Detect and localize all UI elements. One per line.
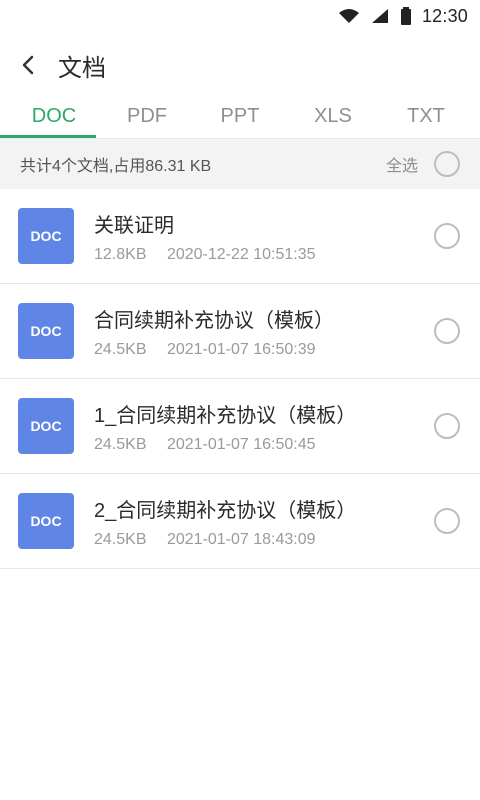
tab-pdf[interactable]: PDF bbox=[105, 105, 189, 138]
select-all-checkbox[interactable] bbox=[434, 151, 460, 177]
file-info: 24.5KB 2021-01-07 16:50:45 bbox=[94, 436, 434, 454]
file-select-checkbox[interactable] bbox=[434, 413, 460, 439]
file-info: 24.5KB 2021-01-07 18:43:09 bbox=[94, 531, 434, 549]
tab-xls[interactable]: XLS bbox=[291, 105, 375, 138]
file-list: DOC 关联证明 12.8KB 2020-12-22 10:51:35 DOC … bbox=[0, 189, 480, 569]
status-bar: 12:30 bbox=[0, 0, 480, 32]
file-datetime: 2021-01-07 16:50:39 bbox=[166, 340, 316, 358]
file-datetime: 2021-01-07 18:43:09 bbox=[166, 530, 316, 548]
doc-file-icon: DOC bbox=[18, 303, 74, 359]
file-name: 1_合同续期补充协议（模板） bbox=[94, 404, 357, 427]
signal-icon bbox=[370, 8, 390, 24]
file-meta: 关联证明 12.8KB 2020-12-22 10:51:35 bbox=[94, 209, 434, 264]
file-name: 2_合同续期补充协议（模板） bbox=[94, 499, 357, 522]
tab-doc[interactable]: DOC bbox=[12, 105, 96, 138]
file-select-checkbox[interactable] bbox=[434, 318, 460, 344]
select-all-label: 全选 bbox=[385, 158, 418, 175]
doc-file-icon: DOC bbox=[18, 208, 74, 264]
file-row[interactable]: DOC 1_合同续期补充协议（模板） 24.5KB 2021-01-07 16:… bbox=[0, 379, 480, 474]
tab-txt[interactable]: TXT bbox=[384, 105, 468, 138]
file-select-checkbox[interactable] bbox=[434, 223, 460, 249]
chevron-left-icon bbox=[22, 55, 34, 75]
file-name: 关联证明 bbox=[94, 214, 174, 237]
file-size: 24.5KB bbox=[94, 340, 147, 358]
file-meta: 合同续期补充协议（模板） 24.5KB 2021-01-07 16:50:39 bbox=[94, 304, 434, 359]
wifi-icon bbox=[338, 8, 360, 24]
back-button[interactable] bbox=[14, 51, 42, 79]
file-count: 共计4个文档,占用86.31 KB bbox=[20, 158, 212, 175]
tab-ppt[interactable]: PPT bbox=[198, 105, 282, 138]
file-row[interactable]: DOC 2_合同续期补充协议（模板） 24.5KB 2021-01-07 18:… bbox=[0, 474, 480, 569]
tabs-bar: DOC PDF PPT XLS TXT bbox=[0, 98, 480, 139]
status-time: 12:30 bbox=[421, 5, 468, 26]
file-datetime: 2020-12-22 10:51:35 bbox=[166, 245, 316, 263]
page-title: 文档 bbox=[58, 54, 106, 82]
battery-icon bbox=[400, 7, 412, 25]
doc-file-icon: DOC bbox=[18, 493, 74, 549]
active-tab-underline bbox=[0, 135, 96, 138]
file-info: 12.8KB 2020-12-22 10:51:35 bbox=[94, 246, 434, 264]
file-select-checkbox[interactable] bbox=[434, 508, 460, 534]
file-row[interactable]: DOC 合同续期补充协议（模板） 24.5KB 2021-01-07 16:50… bbox=[0, 284, 480, 379]
file-meta: 2_合同续期补充协议（模板） 24.5KB 2021-01-07 18:43:0… bbox=[94, 494, 434, 549]
app-header: 文档 bbox=[0, 32, 480, 98]
file-size: 12.8KB bbox=[94, 245, 147, 263]
file-info: 24.5KB 2021-01-07 16:50:39 bbox=[94, 341, 434, 359]
summary-bar: 共计4个文档,占用86.31 KB 全选 bbox=[0, 139, 480, 189]
select-all[interactable]: 全选 bbox=[386, 151, 460, 177]
file-size: 24.5KB bbox=[94, 530, 147, 548]
doc-file-icon: DOC bbox=[18, 398, 74, 454]
file-row[interactable]: DOC 关联证明 12.8KB 2020-12-22 10:51:35 bbox=[0, 189, 480, 284]
file-name: 合同续期补充协议（模板） bbox=[94, 309, 334, 332]
file-datetime: 2021-01-07 16:50:45 bbox=[166, 435, 316, 453]
file-meta: 1_合同续期补充协议（模板） 24.5KB 2021-01-07 16:50:4… bbox=[94, 399, 434, 454]
file-size: 24.5KB bbox=[94, 435, 147, 453]
